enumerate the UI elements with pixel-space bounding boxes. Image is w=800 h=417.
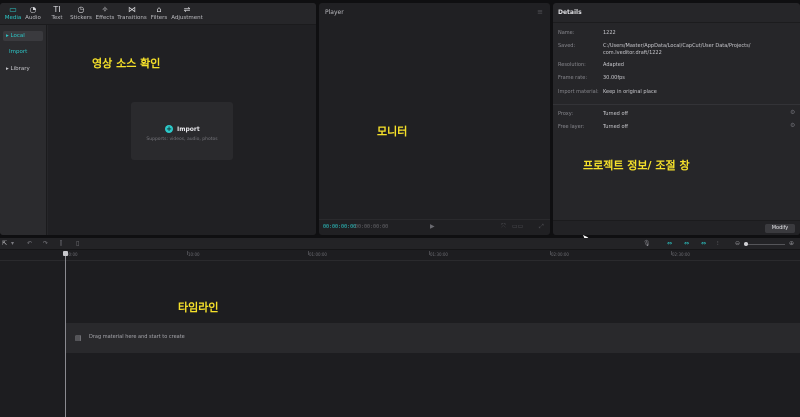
zoom-slider-handle[interactable]: [744, 242, 748, 246]
timeline-toolbar: ⇱ ▾ ↶ ↷ ⫿ ▯ 🎙 ⇔ ⇔ ⇔ ⫶ ⊖ ⊕: [0, 238, 800, 250]
ruler-tick: 10:00: [187, 251, 200, 257]
undo-icon[interactable]: ↶: [27, 240, 32, 247]
media-toolbar: ▭ Media ◔ Audio TI Text ◷ Stickers ✧ Eff…: [0, 3, 316, 25]
ruler-tick: 01:30:00: [429, 251, 448, 257]
preview-axis-icon[interactable]: ⫶: [717, 240, 719, 248]
audio-icon: ◔: [29, 5, 37, 14]
tab-transitions[interactable]: ⋈ Transitions: [117, 5, 147, 21]
modify-button[interactable]: Modify: [765, 224, 795, 233]
main-track-dropzone[interactable]: ▤ Drag material here and start to create: [66, 323, 800, 353]
tab-effects-label: Effects: [95, 15, 115, 21]
link-icon[interactable]: ⇔: [701, 240, 706, 247]
player-panel: Player ≡ 00:00:00:00 00:00:00:00 ▶ ⤧ ▭▭ …: [319, 3, 550, 235]
stickers-icon: ◷: [77, 5, 85, 14]
ruler-tick: 02:30:00: [671, 251, 690, 257]
tab-text[interactable]: TI Text: [44, 5, 70, 21]
detail-value-name: 1222: [603, 30, 616, 36]
sidebar-item-local[interactable]: ▸ Local: [3, 31, 43, 41]
details-divider: [553, 22, 800, 23]
timeline-panel: ⇱ ▾ ↶ ↷ ⫿ ▯ 🎙 ⇔ ⇔ ⇔ ⫶ ⊖ ⊕ 00:00 10:00 01…: [0, 238, 800, 417]
player-time-current: 00:00:00:00: [323, 224, 357, 230]
proxy-settings-icon[interactable]: ⚙: [790, 109, 795, 116]
menu-icon[interactable]: ≡: [537, 8, 543, 16]
detail-label-import-material: Import material:: [558, 89, 599, 95]
import-dropzone[interactable]: + Import Supports: videos, audio, photos: [131, 102, 233, 160]
link-main-track-icon[interactable]: ⇔: [667, 240, 672, 247]
sidebar-item-library[interactable]: ▸ Library: [3, 64, 43, 74]
tab-adjustment[interactable]: ⇌ Adjustment: [171, 5, 203, 21]
plus-icon: +: [165, 125, 173, 133]
filters-icon: ⌂: [156, 5, 162, 14]
detail-label-proxy: Proxy:: [558, 111, 574, 117]
fit-icon[interactable]: ⤧: [501, 223, 506, 231]
split-icon[interactable]: ⫿: [60, 240, 62, 248]
tab-stickers-label: Stickers: [70, 15, 92, 21]
annotation-monitor: 모니터: [377, 125, 408, 138]
annotation-timeline: 타임라인: [178, 301, 219, 314]
microphone-icon[interactable]: 🎙: [643, 240, 651, 247]
tab-filters-label: Filters: [150, 15, 168, 21]
player-controls: 00:00:00:00 00:00:00:00 ▶ ⤧ ▭▭ ⤢: [319, 219, 550, 235]
magnet-icon[interactable]: ⇔: [684, 240, 689, 247]
free-layer-settings-icon[interactable]: ⚙: [790, 122, 795, 129]
detail-value-resolution: Adapted: [603, 62, 624, 68]
details-separator: [553, 104, 800, 105]
media-content-area: + Import Supports: videos, audio, photos: [48, 25, 316, 235]
chevron-down-icon[interactable]: ▾: [11, 240, 14, 247]
detail-value-frame-rate: 30.00fps: [603, 75, 625, 81]
timeline-ruler[interactable]: 00:00 10:00 01:00:00 01:30:00 02:00:00 0…: [0, 251, 800, 261]
transitions-icon: ⋈: [128, 5, 136, 14]
ratio-icon[interactable]: ▭▭: [512, 223, 523, 230]
ruler-tick: 01:00:00: [308, 251, 327, 257]
tab-transitions-label: Transitions: [117, 15, 147, 21]
tab-media-label: Media: [4, 15, 22, 21]
detail-value-import-material: Keep in original place: [603, 89, 657, 95]
import-button-label: Import: [177, 125, 200, 133]
adjustment-icon: ⇌: [183, 5, 191, 14]
ruler-tick: 02:00:00: [550, 251, 569, 257]
detail-label-frame-rate: Frame rate:: [558, 75, 588, 81]
detail-value-proxy: Turned off: [603, 111, 628, 117]
annotation-media: 영상 소스 확인: [92, 57, 161, 70]
detail-value-free-layer: Turned off: [603, 124, 628, 130]
select-cursor-icon[interactable]: ⇱: [2, 240, 7, 247]
playhead[interactable]: [65, 251, 66, 417]
details-panel: Details Name: 1222 Saved: C:/Users/Maste…: [553, 3, 800, 235]
tab-effects[interactable]: ✧ Effects: [92, 5, 118, 21]
detail-value-saved: C:/Users/Master/AppData/Local/CapCut/Use…: [603, 43, 751, 56]
annotation-details: 프로젝트 정보/ 조절 창: [583, 159, 690, 172]
player-time-total: 00:00:00:00: [355, 224, 389, 230]
detail-label-name: Name:: [558, 30, 575, 36]
sidebar-item-import[interactable]: Import: [9, 49, 27, 55]
text-icon: TI: [53, 5, 61, 14]
play-icon[interactable]: ▶: [430, 223, 435, 230]
details-footer: Modify: [553, 220, 800, 235]
player-title: Player: [325, 9, 344, 16]
zoom-slider[interactable]: [745, 244, 785, 245]
tab-audio-label: Audio: [25, 15, 41, 21]
zoom-in-icon[interactable]: ⊕: [789, 240, 794, 247]
film-icon: ▤: [75, 334, 82, 342]
media-sidebar: ▸ Local Import ▸ Library: [0, 25, 47, 235]
tab-filters[interactable]: ⌂ Filters: [146, 5, 172, 21]
detail-label-resolution: Resolution:: [558, 62, 586, 68]
detail-label-free-layer: Free layer:: [558, 124, 585, 130]
detail-label-saved: Saved:: [558, 43, 576, 49]
media-panel: ▭ Media ◔ Audio TI Text ◷ Stickers ✧ Eff…: [0, 3, 316, 235]
zoom-out-icon[interactable]: ⊖: [735, 240, 740, 247]
tab-adjustment-label: Adjustment: [171, 15, 203, 21]
import-row[interactable]: + Import: [165, 125, 200, 133]
delete-icon[interactable]: ▯: [76, 240, 79, 247]
playhead-handle[interactable]: [63, 251, 68, 256]
details-title: Details: [558, 9, 582, 16]
tab-stickers[interactable]: ◷ Stickers: [68, 5, 94, 21]
tab-audio[interactable]: ◔ Audio: [20, 5, 46, 21]
track-hint: Drag material here and start to create: [89, 334, 185, 340]
tab-text-label: Text: [51, 15, 63, 21]
redo-icon[interactable]: ↷: [43, 240, 48, 247]
effects-icon: ✧: [101, 5, 109, 14]
import-hint: Supports: videos, audio, photos: [146, 137, 218, 142]
fullscreen-icon[interactable]: ⤢: [539, 223, 544, 231]
